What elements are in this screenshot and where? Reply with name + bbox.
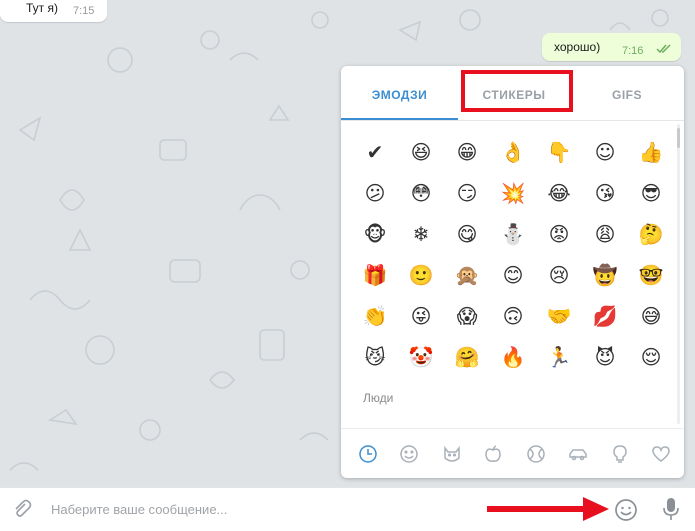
tab-divider (341, 120, 684, 121)
emoji-item[interactable]: 🤗 (444, 339, 490, 380)
section-label: Люди (363, 391, 394, 405)
apple-icon[interactable] (482, 443, 504, 465)
incoming-message: Тут я) 7:15 (0, 0, 107, 22)
emoji-item[interactable]: 😡 (536, 216, 582, 257)
emoji-item[interactable]: 😘 (582, 175, 628, 216)
scrollbar-track[interactable] (677, 124, 680, 424)
emoji-item[interactable]: 😎 (628, 175, 674, 216)
emoji-item[interactable]: ⛄ (490, 216, 536, 257)
car-icon[interactable] (567, 443, 589, 465)
message-text: хорошо) (554, 40, 601, 54)
clock-icon[interactable] (357, 443, 379, 465)
emoji-item[interactable]: ❄ (398, 216, 444, 257)
emoji-item[interactable]: 😁 (444, 134, 490, 175)
emoji-item[interactable]: 🤓 (628, 257, 674, 298)
emoji-item[interactable]: 🔥 (490, 339, 536, 380)
microphone-icon[interactable] (661, 496, 681, 522)
emoji-item[interactable]: 😅 (628, 298, 674, 339)
message-time: 7:16 (622, 45, 644, 57)
emoji-item[interactable]: 👇 (536, 134, 582, 175)
message-text: Тут я) (26, 1, 58, 15)
emoji-item[interactable]: 😏 (444, 175, 490, 216)
emoji-item[interactable]: 💥 (490, 175, 536, 216)
message-time: 7:15 (73, 5, 95, 17)
emoji-item[interactable]: ☺ (582, 134, 628, 175)
emoji-item[interactable]: 😱 (444, 298, 490, 339)
ball-icon[interactable] (525, 443, 547, 465)
emoji-item[interactable]: 🎁 (352, 257, 398, 298)
scrollbar-thumb[interactable] (677, 128, 680, 148)
emoji-item[interactable]: ✔ (352, 134, 398, 175)
bulb-icon[interactable] (609, 443, 631, 465)
emoji-item[interactable]: 👌 (490, 134, 536, 175)
emoji-item[interactable]: 😋 (444, 216, 490, 257)
emoji-item[interactable]: 😜 (398, 298, 444, 339)
emoji-grid: ✔ 😆 😁 👌 👇 ☺ 👍 😕 😳 😏 💥 😂 😘 😎 🐵 ❄ 😋 ⛄ 😡 😩 🤔 🎁 🙂 🙊 😊 😢 🤠 🤓 👏 😜 😱 🙃 🤝 💋 😅 😼 🤡 🤗 🔥 🏃… (352, 134, 674, 380)
emoji-item[interactable]: 😕 (352, 175, 398, 216)
double-check-icon (656, 44, 671, 54)
paperclip-icon[interactable] (10, 498, 32, 520)
emoji-item[interactable]: 😂 (536, 175, 582, 216)
red-arrow-annotation (487, 497, 609, 521)
emoji-category-bar (341, 428, 684, 478)
emoji-panel: ЭМОДЗИ СТИКЕРЫ GIFS ✔ 😆 😁 👌 👇 ☺ 👍 😕 😳 😏 💥 😂 😘 😎 🐵 ❄ 😋 ⛄ 😡 😩… (341, 66, 684, 478)
emoji-item[interactable]: 🙊 (444, 257, 490, 298)
emoji-item[interactable]: 😆 (398, 134, 444, 175)
outgoing-message: хорошо) 7:16 (542, 33, 681, 61)
emoji-item[interactable]: 😳 (398, 175, 444, 216)
emoji-item[interactable]: 🐵 (352, 216, 398, 257)
emoji-item[interactable]: 🙂 (398, 257, 444, 298)
tab-emoji[interactable]: ЭМОДЗИ (341, 66, 458, 118)
emoji-item[interactable]: 🤡 (398, 339, 444, 380)
stickers-highlight-box (461, 70, 573, 112)
message-input[interactable]: Наберите ваше сообщение... (51, 502, 227, 517)
emoji-item[interactable]: 👏 (352, 298, 398, 339)
emoji-item[interactable]: 🏃 (536, 339, 582, 380)
emoji-item[interactable]: 🤠 (582, 257, 628, 298)
emoji-item[interactable]: 💋 (582, 298, 628, 339)
emoji-item[interactable]: 😼 (352, 339, 398, 380)
emoji-item[interactable]: 🙃 (490, 298, 536, 339)
cat-icon[interactable] (441, 443, 463, 465)
emoji-item[interactable]: 👍 (628, 134, 674, 175)
emoji-item[interactable]: 😊 (490, 257, 536, 298)
heart-icon[interactable] (650, 443, 672, 465)
emoji-item[interactable]: 🤝 (536, 298, 582, 339)
emoji-button-icon[interactable] (614, 498, 638, 522)
emoji-item[interactable]: 🤔 (628, 216, 674, 257)
emoji-item[interactable]: 😢 (536, 257, 582, 298)
emoji-item[interactable]: 😌 (628, 339, 674, 380)
emoji-item[interactable]: 😩 (582, 216, 628, 257)
emoji-item[interactable]: 😈 (582, 339, 628, 380)
smile-icon[interactable] (398, 443, 420, 465)
tab-gifs[interactable]: GIFS (570, 66, 684, 118)
